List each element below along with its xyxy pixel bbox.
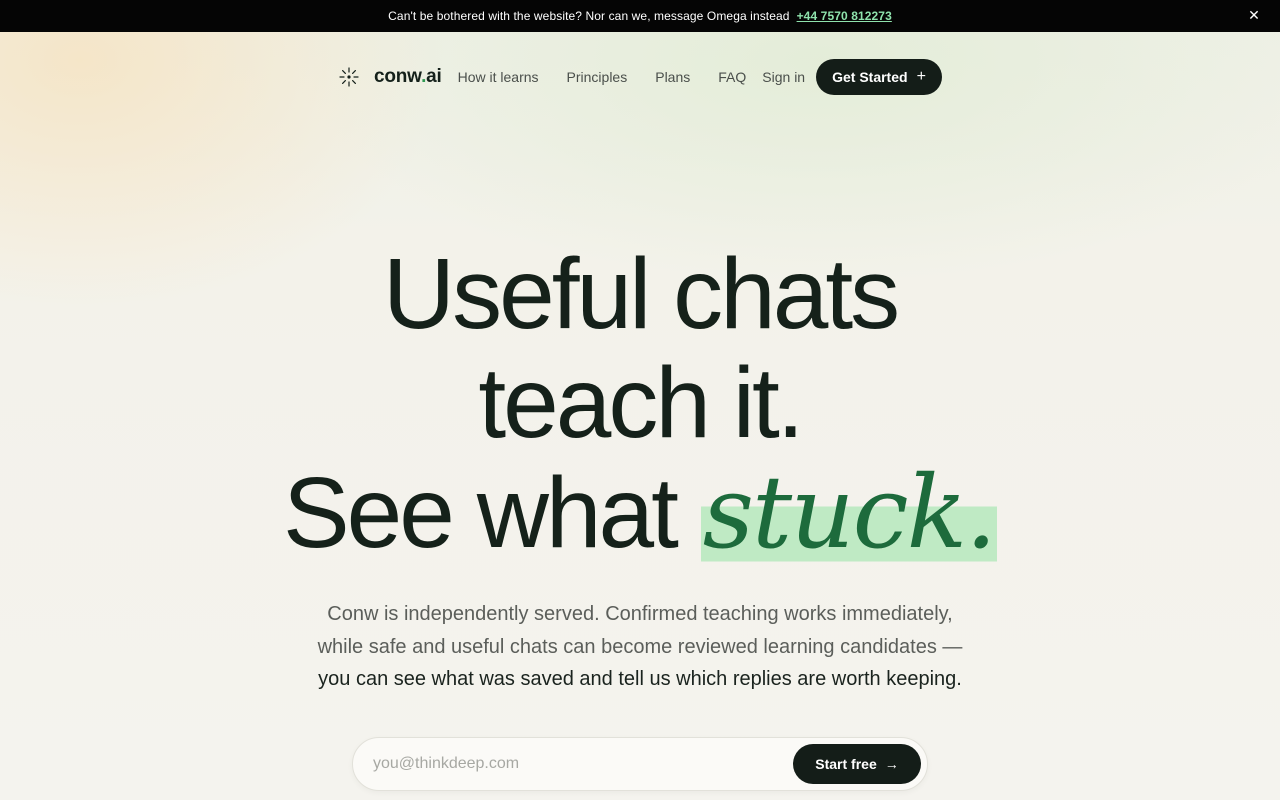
nav-links: How it learns Principles Plans FAQ bbox=[458, 69, 763, 85]
close-icon[interactable]: ✕ bbox=[1246, 7, 1262, 23]
sparkle-logo-icon bbox=[339, 67, 359, 87]
brand-name: conw.ai bbox=[374, 66, 442, 88]
subtitle-line-3: you can see what was saved and tell us w… bbox=[318, 668, 962, 690]
headline-line-3-prefix: See what bbox=[282, 457, 701, 569]
start-free-label: Start free bbox=[815, 756, 877, 772]
brand-tail: ai bbox=[426, 66, 442, 87]
logo[interactable]: conw.ai bbox=[338, 66, 442, 88]
headline-line-1: Useful chats bbox=[382, 238, 900, 350]
plus-icon: + bbox=[916, 68, 926, 85]
hero-headline: Useful chats teach it. See what stuck. bbox=[0, 238, 1280, 571]
subtitle-line-2: while safe and useful chats can become r… bbox=[317, 635, 963, 658]
hero: Useful chats teach it. See what stuck. bbox=[0, 238, 1280, 571]
nav-link-how-it-learns[interactable]: How it learns bbox=[458, 69, 539, 85]
nav-link-principles[interactable]: Principles bbox=[567, 69, 628, 85]
headline-highlight: stuck. bbox=[700, 454, 997, 571]
headline-line-3: See what stuck. bbox=[0, 454, 1280, 571]
nav-link-plans[interactable]: Plans bbox=[655, 69, 690, 85]
announcement-message: Can't be bothered with the website? Nor … bbox=[388, 9, 790, 23]
headline-line-2: teach it. bbox=[478, 347, 804, 459]
sign-in-link[interactable]: Sign in bbox=[762, 69, 805, 85]
main-nav: conw.ai How it learns Principles Plans F… bbox=[338, 59, 944, 95]
announcement-phone-link[interactable]: +44 7570 812273 bbox=[797, 9, 892, 23]
arrow-right-icon: → bbox=[884, 756, 899, 772]
signup-form: Start free → bbox=[352, 737, 928, 791]
announcement-bar: Can't be bothered with the website? Nor … bbox=[0, 0, 1280, 32]
brand-main: conw bbox=[374, 66, 422, 87]
hero-subtitle: Conw is independently served. Confirmed … bbox=[0, 598, 1280, 696]
get-started-label: Get Started bbox=[832, 69, 908, 85]
email-input[interactable] bbox=[353, 744, 793, 784]
nav-link-faq[interactable]: FAQ bbox=[718, 69, 746, 85]
subtitle-line-1: Conw is independently served. Confirmed … bbox=[327, 603, 953, 625]
get-started-button[interactable]: Get Started + bbox=[816, 59, 942, 95]
start-free-button[interactable]: Start free → bbox=[793, 744, 921, 784]
